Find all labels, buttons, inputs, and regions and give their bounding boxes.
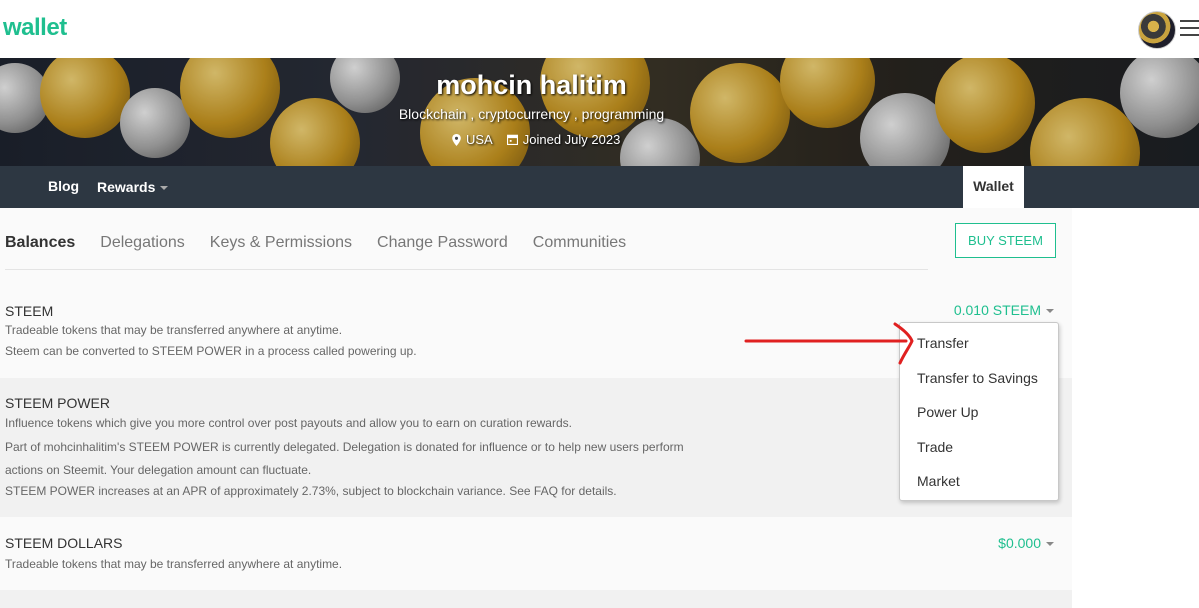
steem-title: STEEM xyxy=(5,303,54,319)
steem-actions-menu: Transfer Transfer to Savings Power Up Tr… xyxy=(899,322,1059,501)
buy-steem-button[interactable]: BUY STEEM xyxy=(955,223,1056,258)
caret-down-icon xyxy=(1046,542,1054,547)
steem-amount-dropdown[interactable]: 0.010 STEEM xyxy=(954,302,1054,318)
profile-location: USA xyxy=(466,132,493,147)
tab-balances[interactable]: Balances xyxy=(5,234,75,252)
steem-dollars-amount: $0.000 xyxy=(998,535,1041,551)
caret-down-icon xyxy=(1046,309,1054,314)
tab-change-password[interactable]: Change Password xyxy=(377,234,508,252)
tab-delegations[interactable]: Delegations xyxy=(100,234,185,252)
nav-rewards[interactable]: Rewards xyxy=(97,179,169,195)
profile-bio: Blockchain , cryptocurrency , programmin… xyxy=(398,106,665,122)
steem-power-desc-1: Influence tokens which give you more con… xyxy=(5,416,572,430)
steem-dollars-amount-dropdown[interactable]: $0.000 xyxy=(998,535,1054,551)
steem-power-desc-2: Part of mohcinhalitim's STEEM POWER is c… xyxy=(5,440,684,477)
avatar[interactable] xyxy=(1138,11,1176,49)
calendar-icon xyxy=(506,134,518,145)
menu-item-transfer-to-savings[interactable]: Transfer to Savings xyxy=(917,370,1038,386)
tab-keys-permissions[interactable]: Keys & Permissions xyxy=(210,234,352,252)
nav-blog[interactable]: Blog xyxy=(48,178,79,194)
top-bar: wallet xyxy=(0,0,1199,58)
nav-rewards-label: Rewards xyxy=(97,179,156,195)
next-row xyxy=(0,590,1072,608)
caret-down-icon xyxy=(160,186,169,191)
steem-desc-2: Steem can be converted to STEEM POWER in… xyxy=(5,344,417,358)
profile-joined: Joined July 2023 xyxy=(522,132,621,147)
steem-power-desc-3: STEEM POWER increases at an APR of appro… xyxy=(5,484,617,498)
menu-item-power-up[interactable]: Power Up xyxy=(917,404,978,420)
location-pin-icon xyxy=(452,133,461,146)
nav-wallet[interactable]: Wallet xyxy=(963,166,1024,208)
profile-banner: mohcin halitim Blockchain , cryptocurren… xyxy=(0,58,1199,166)
profile-name: mohcin halitim xyxy=(436,70,627,100)
steem-amount: 0.010 STEEM xyxy=(953,302,1041,318)
profile-nav: Blog Rewards Wallet xyxy=(0,166,1199,208)
steem-dollars-desc-1: Tradeable tokens that may be transferred… xyxy=(5,557,343,571)
steem-power-title: STEEM POWER xyxy=(5,395,111,411)
menu-item-market[interactable]: Market xyxy=(917,473,960,489)
tab-communities[interactable]: Communities xyxy=(533,234,626,252)
hamburger-menu-icon[interactable] xyxy=(1180,20,1199,36)
steem-dollars-title: STEEM DOLLARS xyxy=(5,535,123,551)
wallet-logo[interactable]: wallet xyxy=(3,14,67,42)
steem-desc-1: Tradeable tokens that may be transferred… xyxy=(5,323,343,337)
wallet-tabs: Balances Delegations Keys & Permissions … xyxy=(5,234,651,252)
steem-dollars-row: STEEM DOLLARS Tradeable tokens that may … xyxy=(0,517,1072,590)
annotation-arrow-icon xyxy=(744,322,914,365)
menu-item-trade[interactable]: Trade xyxy=(917,439,953,455)
menu-item-transfer[interactable]: Transfer xyxy=(917,335,969,351)
